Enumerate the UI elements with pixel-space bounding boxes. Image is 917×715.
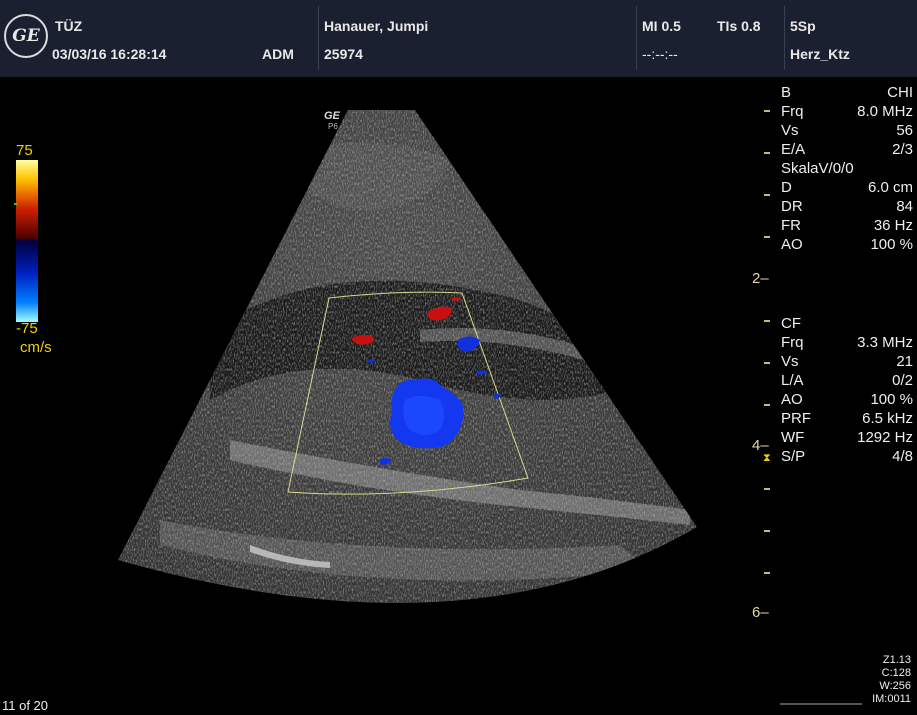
- focus-marker-icon: ⧗: [763, 452, 771, 464]
- param-row: PRF 6.5 kHz: [781, 410, 913, 427]
- color-velocity-bar: [16, 160, 38, 322]
- param-row: Frq 8.0 MHz: [781, 103, 913, 120]
- param-row: E/A 2/3: [781, 141, 913, 158]
- param-row: L/A 0/2: [781, 372, 913, 389]
- depth-tick: [764, 320, 770, 322]
- depth-tick: [764, 194, 770, 196]
- image-number: IM:0011: [872, 693, 911, 705]
- footer-progress-line: [780, 703, 862, 705]
- param-row: FR 36 Hz: [781, 217, 913, 234]
- depth-tick: [764, 236, 770, 238]
- param-row: S/P 4/8: [781, 448, 913, 465]
- param-row: Vs 56: [781, 122, 913, 139]
- frame-counter: 11 of 20: [2, 698, 49, 713]
- scale-unit: cm/s: [20, 339, 52, 356]
- ultrasound-image: [14, 110, 697, 603]
- param-row: SkalaV/0/0: [781, 160, 854, 177]
- param-row: D 6.0 cm: [781, 179, 913, 196]
- depth-tick: [764, 152, 770, 154]
- zoom-readout: Z1.13: [882, 654, 911, 666]
- param-row: DR 84: [781, 198, 913, 215]
- window-readout: W:256: [879, 680, 911, 692]
- scale-top-value: 75: [16, 142, 33, 159]
- probe-orientation-marker: GE: [324, 110, 340, 122]
- colorflow-parameters: CF Frq 3.3 MHz Vs 21 L/A 0/2 AO 100 % PRF 6.5…: [781, 314, 917, 466]
- depth-tick: [764, 362, 770, 364]
- param-row: AO 100 %: [781, 391, 913, 408]
- depth-mark-6: 6–: [752, 604, 769, 621]
- bmode-parameters: B CHI Frq 8.0 MHz Vs 56 E/A 2/3 SkalaV/0/0 D…: [781, 83, 917, 254]
- param-row: WF 1292 Hz: [781, 429, 913, 446]
- probe-logo: GE: [324, 110, 340, 122]
- depth-tick: [764, 488, 770, 490]
- scale-bottom-value: -75: [16, 320, 38, 337]
- depth-tick: [764, 572, 770, 574]
- param-row: Vs 21: [781, 353, 913, 370]
- contrast-readout: C:128: [881, 667, 911, 679]
- param-row: B CHI: [781, 84, 913, 101]
- param-row: CF: [781, 315, 801, 332]
- depth-tick: [764, 404, 770, 406]
- display-info: Z1.13 C:128 W:256 IM:0011: [872, 654, 911, 706]
- depth-mark-2: 2–: [752, 270, 769, 287]
- param-row: AO 100 %: [781, 236, 913, 253]
- probe-label: P6: [328, 122, 338, 131]
- depth-tick: [764, 530, 770, 532]
- param-row: Frq 3.3 MHz: [781, 334, 913, 351]
- depth-tick: [764, 110, 770, 112]
